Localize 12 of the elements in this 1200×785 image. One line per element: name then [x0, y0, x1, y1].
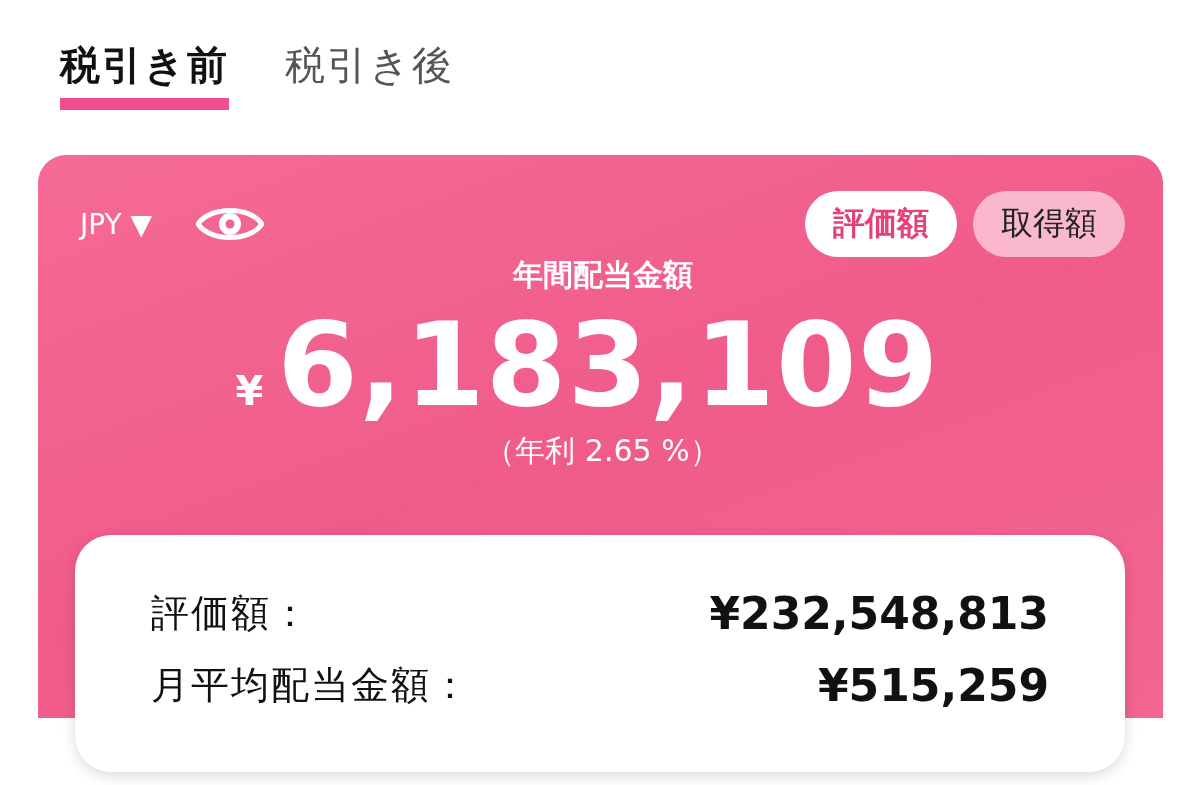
dividend-amount: 6,183,109 — [277, 298, 940, 432]
detail-label: 月平均配当金額： — [151, 661, 471, 709]
toggle-button[interactable]: 取得額 — [973, 191, 1125, 257]
currency-symbol: ¥ — [235, 368, 264, 414]
section-title: 年間配当金額 — [512, 256, 693, 294]
detail-value: ¥515,259 — [817, 659, 1049, 711]
detail-value: ¥232,548,813 — [709, 587, 1049, 639]
yield-text: （年利 2.65 %） — [485, 432, 720, 471]
detail-label: 評価額： — [151, 589, 311, 637]
tab[interactable]: 税引き前 — [60, 40, 229, 110]
tab[interactable]: 税引き後 — [285, 40, 454, 110]
toggle-button[interactable]: 評価額 — [805, 191, 957, 257]
